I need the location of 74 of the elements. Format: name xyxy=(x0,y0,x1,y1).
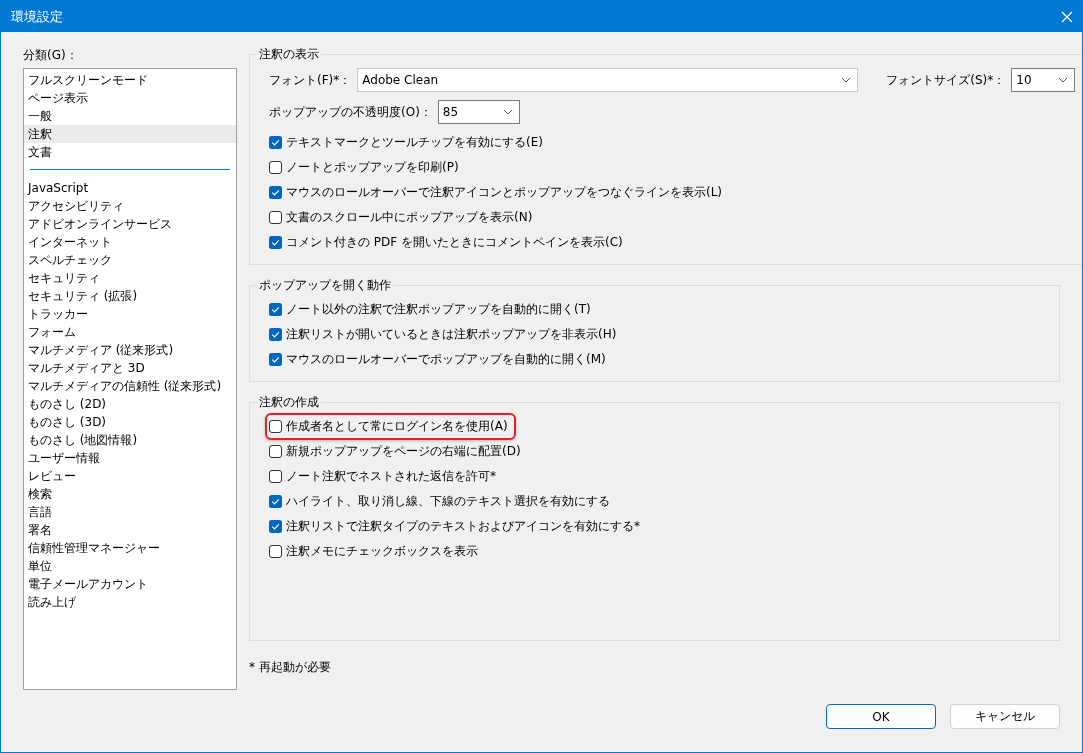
dialog-button[interactable]: OK xyxy=(826,704,936,729)
category-item[interactable]: 言語 xyxy=(24,503,236,521)
checkbox-label[interactable]: ハイライト、取り消し線、下線のテキスト選択を有効にする xyxy=(286,493,610,510)
category-item[interactable]: アクセシビリティ xyxy=(24,197,236,215)
category-item[interactable]: レビュー xyxy=(24,467,236,485)
field-label: フォントサイズ(S)*： xyxy=(886,71,1006,89)
category-item[interactable]: マルチメディア (従来形式) xyxy=(24,341,236,359)
checkbox-label[interactable]: 注釈リストで注釈タイプのテキストおよびアイコンを有効にする* xyxy=(286,518,640,535)
checkbox[interactable] xyxy=(269,353,282,366)
checkbox-label[interactable]: マウスのロールオーバーで注釈アイコンとポップアップをつなぐラインを表示(L) xyxy=(286,184,723,201)
checkbox[interactable] xyxy=(269,303,282,316)
footnote-text: * 再起動が必要 xyxy=(249,659,332,676)
dropdown[interactable]: 85 xyxy=(437,100,520,124)
category-item[interactable]: フルスクリーンモード xyxy=(24,71,236,89)
close-icon[interactable] xyxy=(1060,9,1074,24)
checkbox-label[interactable]: マウスのロールオーバーでポップアップを自動的に開く(M) xyxy=(286,351,606,368)
category-item[interactable]: 単位 xyxy=(24,557,236,575)
checkbox-label[interactable]: 新規ポップアップをページの右端に配置(D) xyxy=(286,443,521,460)
checkbox[interactable] xyxy=(269,328,282,341)
checkbox[interactable] xyxy=(269,495,282,508)
window-title: 環境設定 xyxy=(11,7,63,26)
chevron-down-icon xyxy=(502,109,513,115)
category-item[interactable]: 署名 xyxy=(24,521,236,539)
checkbox-label[interactable]: テキストマークとツールチップを有効にする(E) xyxy=(286,134,543,151)
category-item[interactable]: 一般 xyxy=(24,107,236,125)
chevron-down-icon xyxy=(841,77,852,83)
group-title: 注釈の作成 xyxy=(258,394,320,411)
checkbox-label[interactable]: コメント付きの PDF を開いたときにコメントペインを表示(C) xyxy=(286,234,623,251)
checkbox-label[interactable]: 注釈リストが開いているときは注釈ポップアップを非表示(H) xyxy=(286,326,617,343)
checkbox[interactable] xyxy=(269,520,282,533)
category-item[interactable]: マルチメディアの信頼性 (従来形式) xyxy=(24,377,236,395)
chevron-down-icon xyxy=(1058,77,1069,83)
checkbox[interactable] xyxy=(269,470,282,483)
category-item[interactable]: セキュリティ (拡張) xyxy=(24,287,236,305)
checkbox-label[interactable]: ノート以外の注釈で注釈ポップアップを自動的に開く(T) xyxy=(286,301,591,318)
dialog-button[interactable]: キャンセル xyxy=(950,704,1060,729)
checkbox[interactable] xyxy=(269,236,282,249)
category-item[interactable]: スペルチェック xyxy=(24,251,236,269)
category-item[interactable]: ページ表示 xyxy=(24,89,236,107)
category-item[interactable]: アドビオンラインサービス xyxy=(24,215,236,233)
category-item[interactable]: 電子メールアカウント xyxy=(24,575,236,593)
dropdown[interactable]: Adobe Clean xyxy=(357,68,859,92)
category-item[interactable]: マルチメディアと 3D xyxy=(24,359,236,377)
field-label: フォント(F)*： xyxy=(269,71,352,89)
checkbox-label[interactable]: ノート注釈でネストされた返信を許可* xyxy=(286,468,496,485)
checkbox[interactable] xyxy=(269,420,282,433)
category-item[interactable]: 読み上げ xyxy=(24,593,236,611)
checkbox-label[interactable]: 文書のスクロール中にポップアップを表示(N) xyxy=(286,209,533,226)
category-item[interactable]: ものさし (2D) xyxy=(24,395,236,413)
category-item[interactable]: 文書 xyxy=(24,143,236,161)
category-item[interactable]: ものさし (3D) xyxy=(24,413,236,431)
category-item[interactable]: セキュリティ xyxy=(24,269,236,287)
category-label: 分類(G)： xyxy=(23,47,79,64)
checkbox[interactable] xyxy=(269,161,282,174)
group-title: 注釈の表示 xyxy=(258,46,320,63)
checkbox[interactable] xyxy=(269,186,282,199)
field-label: ポップアップの不透明度(O)： xyxy=(269,103,432,121)
dropdown[interactable]: 10 xyxy=(1011,68,1076,92)
checkbox[interactable] xyxy=(269,545,282,558)
category-item[interactable]: ものさし (地図情報) xyxy=(24,431,236,449)
category-item[interactable]: 検索 xyxy=(24,485,236,503)
category-item[interactable]: トラッカー xyxy=(24,305,236,323)
checkbox[interactable] xyxy=(269,211,282,224)
category-item[interactable]: 信頼性管理マネージャー xyxy=(24,539,236,557)
checkbox-label[interactable]: ノートとポップアップを印刷(P) xyxy=(286,159,459,176)
checkbox[interactable] xyxy=(269,136,282,149)
group-title: ポップアップを開く動作 xyxy=(258,277,392,294)
category-item[interactable]: フォーム xyxy=(24,323,236,341)
checkbox[interactable] xyxy=(269,445,282,458)
category-item[interactable]: ユーザー情報 xyxy=(24,449,236,467)
category-item[interactable]: インターネット xyxy=(24,233,236,251)
checkbox-label[interactable]: 注釈メモにチェックボックスを表示 xyxy=(286,543,478,560)
category-item[interactable]: 注釈 xyxy=(24,125,236,143)
category-item[interactable]: JavaScript xyxy=(24,179,236,197)
